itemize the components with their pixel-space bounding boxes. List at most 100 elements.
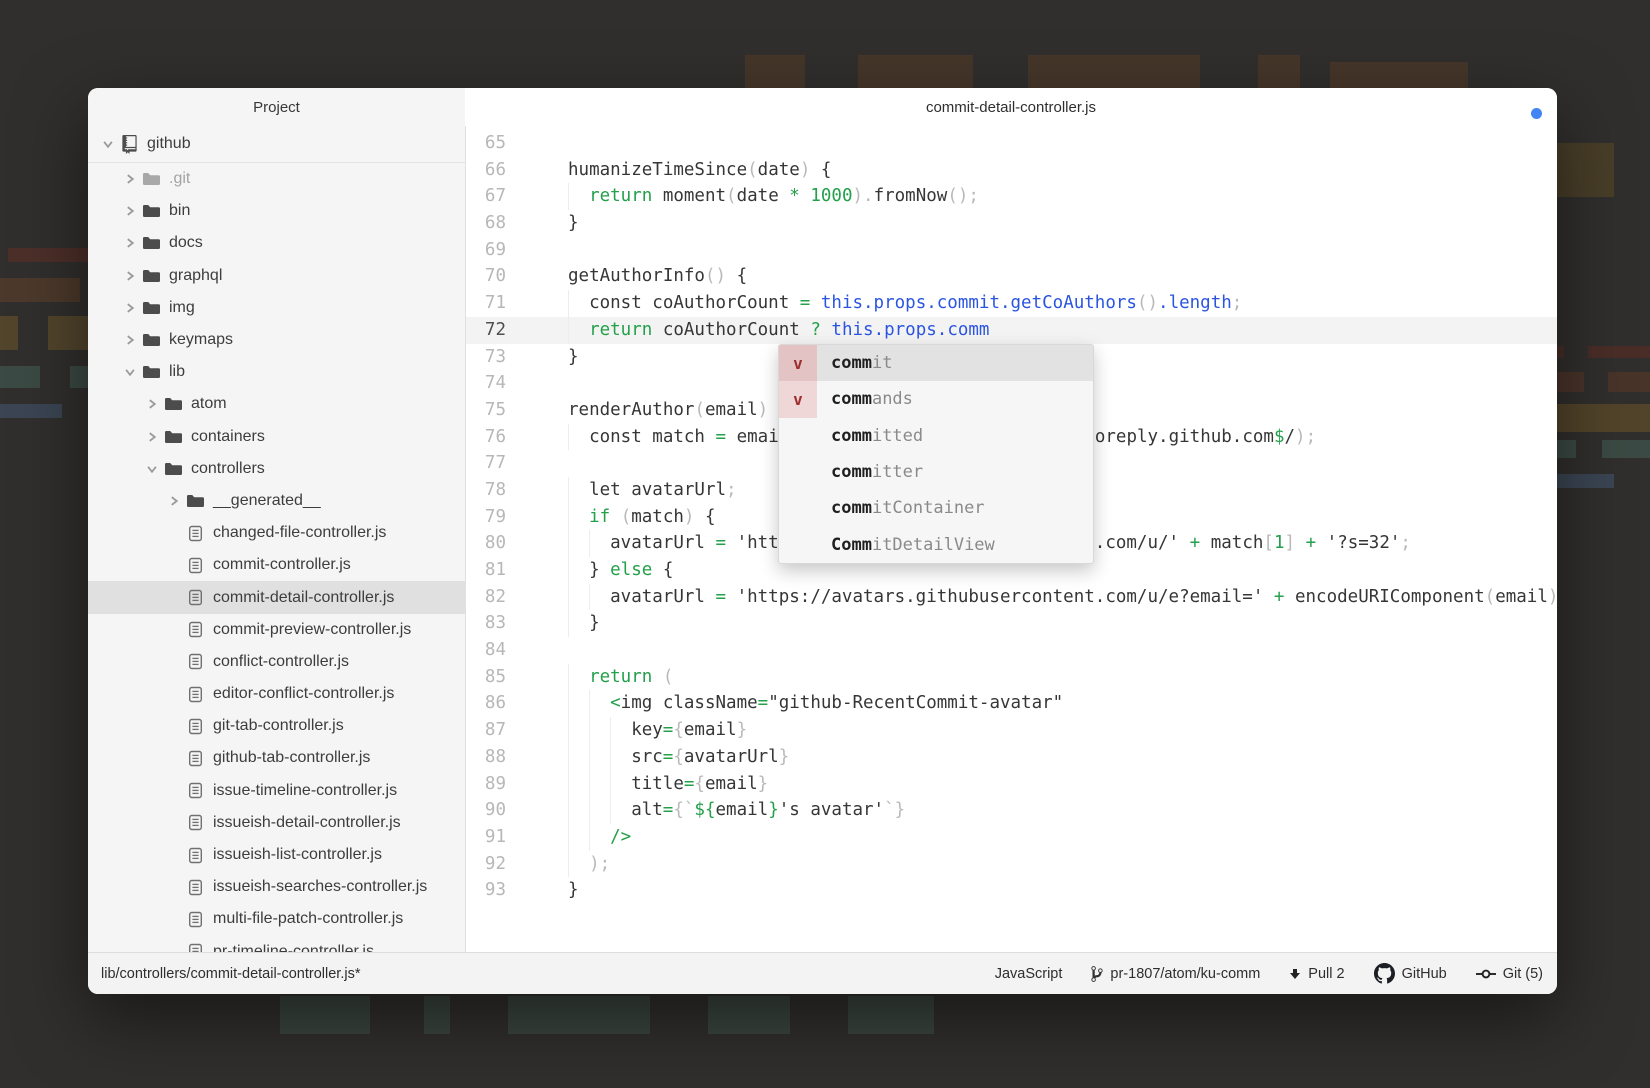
- chevron-collapsed-icon[interactable]: [121, 335, 138, 345]
- code-text: } else {: [568, 557, 673, 584]
- code-line-86[interactable]: 86 <img className="github-RecentCommit-a…: [466, 690, 1557, 717]
- tree-file-commit-controller.js[interactable]: commit-controller.js: [88, 549, 465, 581]
- tree-file-editor-conflict-controller.js[interactable]: editor-conflict-controller.js: [88, 678, 465, 710]
- tree-file-issueish-list-controller.js[interactable]: issueish-list-controller.js: [88, 839, 465, 871]
- tree-file-issueish-searches-controller.js[interactable]: issueish-searches-controller.js: [88, 871, 465, 903]
- tree-file-multi-file-patch-controller.js[interactable]: multi-file-patch-controller.js: [88, 903, 465, 935]
- line-number: 70: [466, 263, 506, 290]
- tree-file-changed-file-controller.js[interactable]: changed-file-controller.js: [88, 517, 465, 549]
- tree-file-issueish-detail-controller.js[interactable]: issueish-detail-controller.js: [88, 807, 465, 839]
- tree-folder-__generated__[interactable]: __generated__: [88, 485, 465, 517]
- chevron-collapsed-icon[interactable]: [121, 303, 138, 313]
- file-path-status[interactable]: lib/controllers/commit-detail-controller…: [101, 966, 360, 982]
- code-line-93[interactable]: 93}: [466, 877, 1557, 904]
- status-item-pull[interactable]: Pull 2: [1289, 966, 1344, 982]
- code-line-83[interactable]: 83 }: [466, 610, 1557, 637]
- tree-item-label: conflict-controller.js: [213, 653, 349, 671]
- chevron-collapsed-icon[interactable]: [121, 271, 138, 281]
- code-line-65[interactable]: 65: [466, 130, 1557, 157]
- chevron-expanded-icon[interactable]: [143, 464, 160, 474]
- background-block: [424, 996, 450, 1034]
- tree-folder-.git[interactable]: .git: [88, 163, 465, 195]
- autocomplete-item-CommitDetailView[interactable]: CommitDetailView: [779, 526, 1093, 562]
- code-line-90[interactable]: 90 alt={`${email}'s avatar'`}: [466, 797, 1557, 824]
- autocomplete-item-committed[interactable]: committed: [779, 418, 1093, 454]
- code-line-87[interactable]: 87 key={email}: [466, 717, 1557, 744]
- tree-file-issue-timeline-controller.js[interactable]: issue-timeline-controller.js: [88, 775, 465, 807]
- tree-folder-keymaps[interactable]: keymaps: [88, 324, 465, 356]
- code-line-71[interactable]: 71 const coAuthorCount = this.props.comm…: [466, 290, 1557, 317]
- chevron-collapsed-icon[interactable]: [143, 432, 160, 442]
- project-tree-panel: github.gitbindocsgraphqlimgkeymapslib ato…: [88, 126, 466, 953]
- chevron-expanded-icon[interactable]: [121, 367, 138, 377]
- tree-file-pr-timeline-controller.js[interactable]: pr-timeline-controller.js: [88, 936, 465, 954]
- tree-folder-controllers[interactable]: controllers: [88, 453, 465, 485]
- tree-file-commit-preview-controller.js[interactable]: commit-preview-controller.js: [88, 614, 465, 646]
- line-number: 76: [466, 424, 506, 451]
- tree-item-label: containers: [191, 428, 265, 446]
- status-item-grammar-selector[interactable]: JavaScript: [995, 966, 1063, 982]
- tree-folder-bin[interactable]: bin: [88, 195, 465, 227]
- code-text: }: [568, 344, 579, 371]
- code-line-85[interactable]: 85 return (: [466, 664, 1557, 691]
- code-line-84[interactable]: 84: [466, 637, 1557, 664]
- autocomplete-item-commands[interactable]: vcommands: [779, 381, 1093, 417]
- line-number: 71: [466, 290, 506, 317]
- code-line-88[interactable]: 88 src={avatarUrl}: [466, 744, 1557, 771]
- desktop: { "colors": { "accent_dot": "#4285f4", "…: [0, 0, 1650, 1088]
- tree-file-commit-detail-controller.js[interactable]: commit-detail-controller.js: [88, 581, 465, 613]
- indent-guide: [568, 557, 589, 584]
- badge-spacer: [779, 418, 817, 454]
- code-line-66[interactable]: 66humanizeTimeSince(date) {: [466, 157, 1557, 184]
- folder-icon: [163, 430, 183, 444]
- chevron-collapsed-icon[interactable]: [165, 496, 182, 506]
- status-item-branch[interactable]: pr-1807/atom/ku-comm: [1091, 965, 1260, 983]
- line-number: 88: [466, 744, 506, 771]
- line-number: 75: [466, 397, 506, 424]
- code-text: }: [568, 210, 579, 237]
- code-line-67[interactable]: 67 return moment(date * 1000).fromNow();: [466, 183, 1557, 210]
- chevron-collapsed-icon[interactable]: [121, 238, 138, 248]
- status-item-label: Git (5): [1503, 966, 1543, 982]
- code-text: renderAuthor(email) {: [568, 397, 789, 424]
- line-number: 82: [466, 584, 506, 611]
- code-text: />: [568, 824, 631, 851]
- title-bar[interactable]: Project commit-detail-controller.js: [88, 88, 1557, 126]
- code-line-91[interactable]: 91 />: [466, 824, 1557, 851]
- tree-file-git-tab-controller.js[interactable]: git-tab-controller.js: [88, 710, 465, 742]
- autocomplete-item-committer[interactable]: committer: [779, 454, 1093, 490]
- code-line-68[interactable]: 68}: [466, 210, 1557, 237]
- indent-guide: [589, 771, 610, 798]
- chevron-expanded-icon[interactable]: [99, 139, 116, 149]
- tree-folder-graphql[interactable]: graphql: [88, 260, 465, 292]
- chevron-collapsed-icon[interactable]: [143, 399, 160, 409]
- file-icon: [185, 589, 205, 606]
- background-block: [745, 55, 805, 90]
- code-line-69[interactable]: 69: [466, 237, 1557, 264]
- tree-file-github-tab-controller.js[interactable]: github-tab-controller.js: [88, 742, 465, 774]
- tree-folder-lib[interactable]: lib: [88, 356, 465, 388]
- tree-file-conflict-controller.js[interactable]: conflict-controller.js: [88, 646, 465, 678]
- chevron-collapsed-icon[interactable]: [121, 206, 138, 216]
- autocomplete-item-commit[interactable]: vcommit: [779, 345, 1093, 381]
- tree-folder-containers[interactable]: containers: [88, 421, 465, 453]
- code-text: }: [568, 877, 579, 904]
- status-item-label: JavaScript: [995, 966, 1063, 982]
- tree-item-label: issueish-list-controller.js: [213, 846, 382, 864]
- code-line-89[interactable]: 89 title={email}: [466, 771, 1557, 798]
- tree-folder-docs[interactable]: docs: [88, 227, 465, 259]
- code-line-70[interactable]: 70getAuthorInfo() {: [466, 263, 1557, 290]
- status-item-git-changes[interactable]: Git (5): [1476, 966, 1543, 982]
- code-line-72[interactable]: 72 return coAuthorCount ? this.props.com…: [466, 317, 1557, 344]
- tree-folder-img[interactable]: img: [88, 292, 465, 324]
- chevron-collapsed-icon[interactable]: [121, 174, 138, 184]
- code-line-82[interactable]: 82 avatarUrl = 'https://avatars.githubus…: [466, 584, 1557, 611]
- autocomplete-item-commitContainer[interactable]: commitContainer: [779, 490, 1093, 526]
- code-line-92[interactable]: 92 );: [466, 851, 1557, 878]
- background-block: [1556, 440, 1576, 458]
- tree-item-label: atom: [191, 395, 227, 413]
- tree-folder-github[interactable]: github: [88, 126, 465, 163]
- indent-guide: [568, 771, 589, 798]
- tree-folder-atom[interactable]: atom: [88, 388, 465, 420]
- status-item-github[interactable]: GitHub: [1374, 963, 1447, 984]
